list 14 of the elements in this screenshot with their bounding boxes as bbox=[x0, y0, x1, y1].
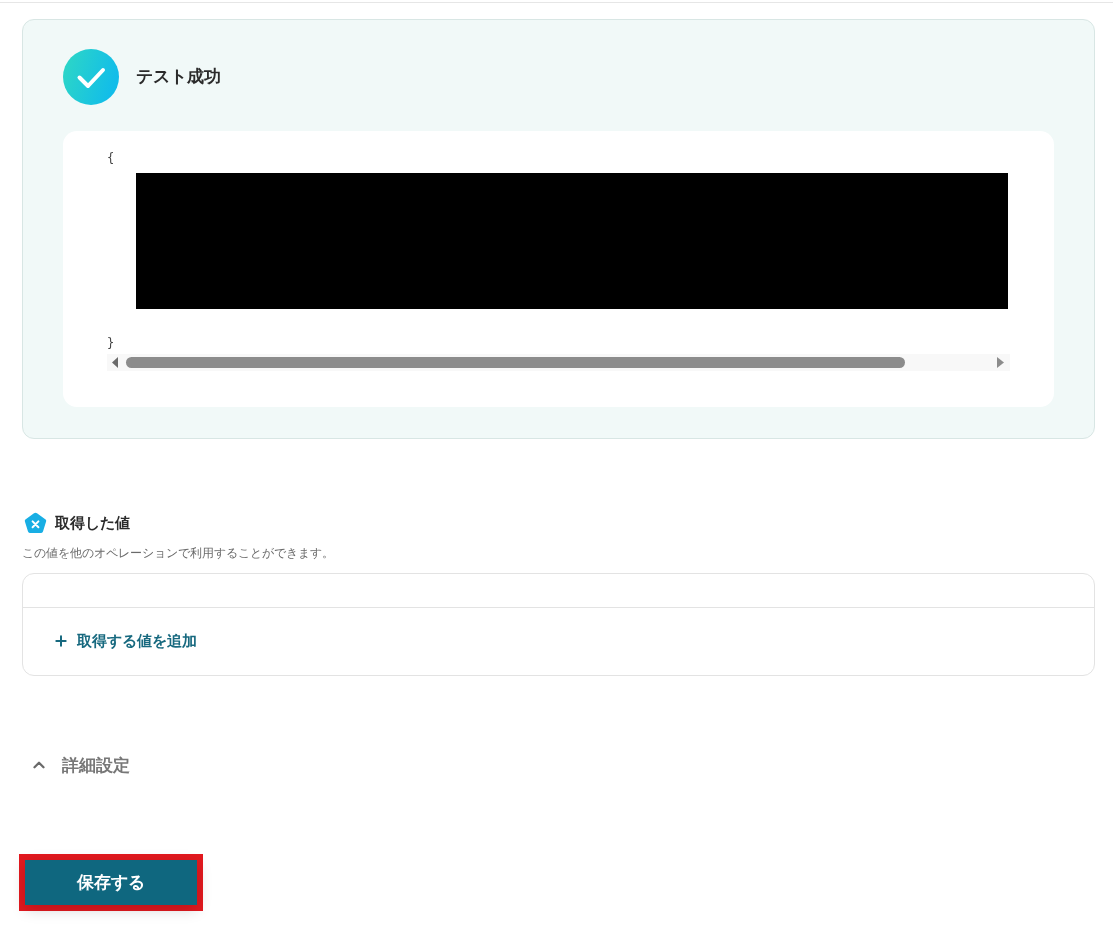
code-text: { bbox=[107, 150, 115, 167]
plus-icon bbox=[53, 633, 69, 649]
right-arrow-icon[interactable] bbox=[997, 357, 1004, 368]
save-button[interactable]: 保存する bbox=[25, 860, 197, 905]
left-arrow-icon[interactable] bbox=[112, 357, 118, 368]
check-circle-icon bbox=[63, 49, 119, 105]
section-title: 取得した値 bbox=[55, 513, 130, 533]
add-value-button[interactable]: 取得する値を追加 bbox=[53, 629, 197, 653]
code-text: } bbox=[107, 335, 115, 352]
advanced-settings-toggle[interactable]: 詳細設定 bbox=[30, 752, 130, 778]
status-title: テスト成功 bbox=[136, 66, 221, 89]
pentagon-x-icon bbox=[24, 512, 47, 535]
section-description: この値を他のオペレーションで利用することができます。 bbox=[22, 544, 334, 561]
scrollbar-thumb[interactable] bbox=[126, 357, 905, 368]
